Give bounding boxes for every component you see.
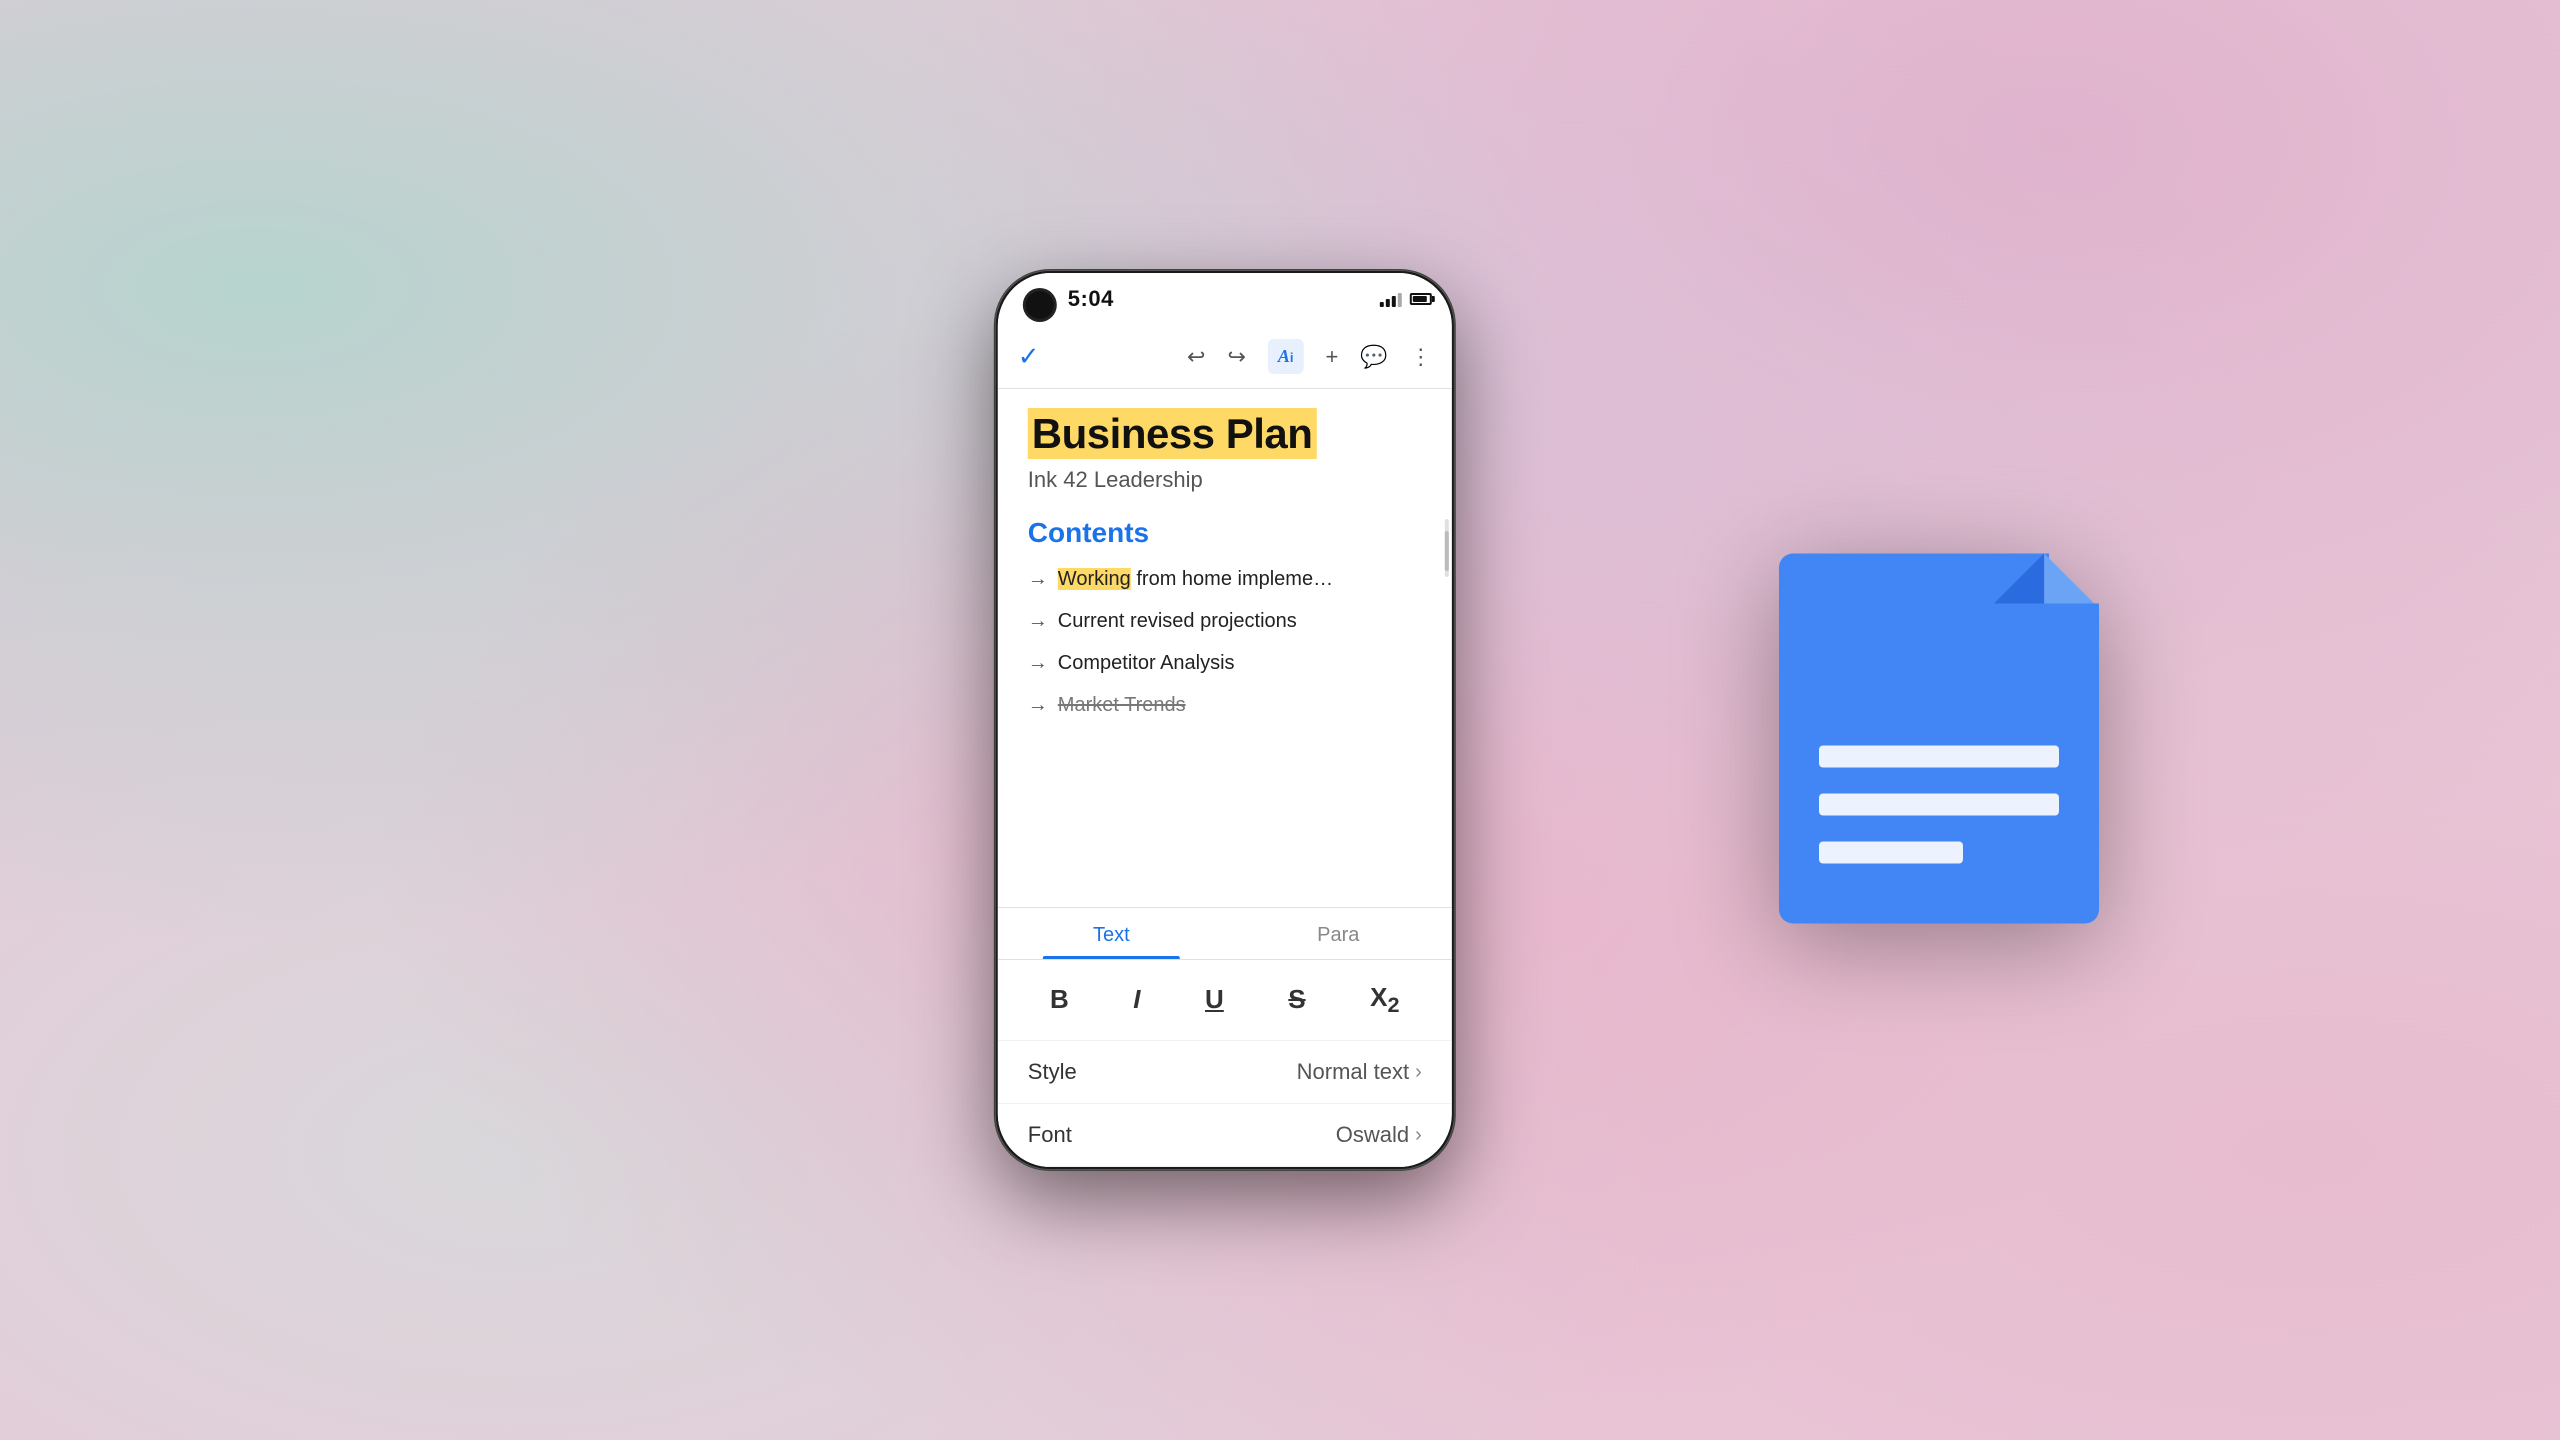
strikethrough-button[interactable]: S	[1278, 978, 1315, 1021]
gdocs-icon-body	[1779, 604, 2099, 924]
scrollbar[interactable]	[1445, 519, 1449, 577]
list-item: → Market Trends	[1028, 691, 1422, 719]
tab-paragraph-label: Para	[1317, 924, 1359, 946]
list-item-text: Current revised projections	[1058, 607, 1297, 635]
highlighted-word: Working	[1058, 568, 1131, 590]
toolbar-icons: ↩ ↪ Ai + 💬 ⋮	[1187, 339, 1432, 374]
font-label: Font	[1028, 1122, 1072, 1148]
check-button[interactable]: ✓	[1018, 341, 1040, 372]
underline-button[interactable]: U	[1195, 978, 1234, 1021]
tab-paragraph[interactable]: Para	[1225, 908, 1452, 959]
list-item: → Current revised projections	[1028, 607, 1422, 635]
subscript-button[interactable]: X2	[1360, 976, 1409, 1024]
signal-bar-1	[1380, 302, 1384, 307]
chevron-right-icon: ›	[1415, 1124, 1422, 1147]
phone-wrapper: 5:04 ✓ ↩	[995, 270, 1455, 1170]
scrollbar-thumb	[1445, 531, 1449, 571]
arrow-icon: →	[1028, 565, 1048, 593]
chevron-right-icon: ›	[1415, 1061, 1422, 1084]
font-value[interactable]: Oswald ›	[1336, 1122, 1422, 1148]
document-title-container: Business Plan	[1028, 409, 1422, 459]
gdocs-icon-line-3	[1819, 842, 1963, 864]
comment-button[interactable]: 💬	[1360, 344, 1387, 370]
italic-button[interactable]: I	[1123, 978, 1150, 1021]
redo-button[interactable]: ↪	[1227, 344, 1245, 370]
list-item-text-strikethrough: Market Trends	[1058, 691, 1186, 719]
list-item: → Competitor Analysis	[1028, 649, 1422, 677]
tab-text[interactable]: Text	[998, 908, 1225, 959]
document-subtitle: Ink 42 Leadership	[1028, 467, 1422, 493]
more-button[interactable]: ⋮	[1410, 344, 1432, 370]
status-bar: 5:04	[998, 273, 1452, 325]
signal-bar-3	[1392, 296, 1396, 307]
phone-frame: 5:04 ✓ ↩	[995, 270, 1455, 1170]
font-setting-row[interactable]: Font Oswald ›	[998, 1104, 1452, 1167]
text-format-sublabel: i	[1290, 350, 1294, 365]
document-section-contents: Contents	[1028, 517, 1422, 549]
gdocs-icon-fold	[2044, 554, 2099, 609]
status-icons	[1380, 291, 1432, 307]
battery-fill	[1413, 296, 1427, 302]
document-title: Business Plan	[1028, 408, 1317, 459]
tab-text-label: Text	[1093, 924, 1130, 946]
list-item: → Working from home impleme…	[1028, 565, 1422, 593]
list-item-text: Working from home impleme…	[1058, 565, 1333, 593]
battery-icon	[1410, 293, 1432, 305]
gdocs-icon-lines	[1819, 746, 2059, 864]
arrow-icon: →	[1028, 607, 1048, 635]
google-docs-icon	[1779, 554, 2099, 924]
bottom-panel: Text Para B I U S X2 Style	[998, 907, 1452, 1167]
text-format-label: A	[1278, 346, 1290, 366]
text-format-button[interactable]: Ai	[1268, 339, 1304, 374]
bold-button[interactable]: B	[1040, 978, 1079, 1021]
status-time: 5:04	[1068, 286, 1114, 312]
style-setting-row[interactable]: Style Normal text ›	[998, 1041, 1452, 1104]
gdocs-icon-fold-shadow	[1989, 554, 2044, 609]
arrow-icon: →	[1028, 649, 1048, 677]
document-content: Business Plan Ink 42 Leadership Contents…	[998, 389, 1452, 907]
phone-screen: 5:04 ✓ ↩	[998, 273, 1452, 1167]
panel-tabs: Text Para	[998, 908, 1452, 960]
style-value[interactable]: Normal text ›	[1297, 1059, 1422, 1085]
signal-icon	[1380, 291, 1402, 307]
font-value-text: Oswald	[1336, 1122, 1409, 1148]
gdocs-icon-line-2	[1819, 794, 2059, 816]
gdocs-icon-line-1	[1819, 746, 2059, 768]
list-item-text: Competitor Analysis	[1058, 649, 1235, 677]
undo-button[interactable]: ↩	[1187, 344, 1205, 370]
arrow-icon: →	[1028, 691, 1048, 719]
add-button[interactable]: +	[1326, 344, 1339, 370]
signal-bar-4	[1398, 293, 1402, 307]
signal-bar-2	[1386, 299, 1390, 307]
toolbar: ✓ ↩ ↪ Ai + 💬 ⋮	[998, 325, 1452, 389]
format-buttons-row: B I U S X2	[998, 960, 1452, 1041]
camera-hole	[1026, 291, 1054, 319]
style-label: Style	[1028, 1059, 1077, 1085]
style-value-text: Normal text	[1297, 1059, 1409, 1085]
